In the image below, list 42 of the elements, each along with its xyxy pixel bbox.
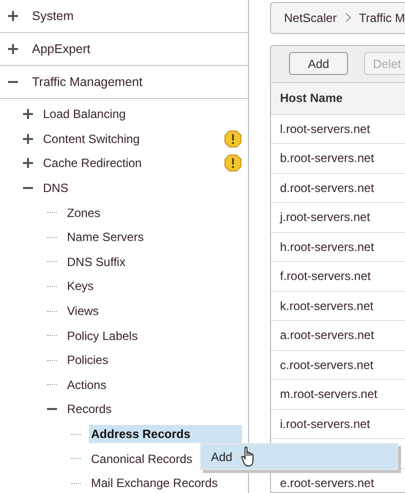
tree-item[interactable]: Records: [65, 400, 242, 418]
table-cell: m.root-servers.net: [271, 380, 405, 410]
warning-icon: [224, 154, 242, 172]
tree-item[interactable]: DNS: [41, 179, 242, 198]
tree-item[interactable]: Zones: [65, 204, 242, 222]
table-cell: i.root-servers.net: [271, 410, 405, 440]
tree-item[interactable]: Keys: [65, 277, 242, 296]
expand-icon[interactable]: [8, 11, 18, 21]
table-cell: l.root-servers.net: [271, 114, 405, 144]
section-header[interactable]: System: [32, 9, 74, 23]
table-cell: h.root-servers.net: [271, 232, 405, 262]
breadcrumb-link[interactable]: Traffic M: [358, 10, 405, 25]
tree-item[interactable]: Policy Labels: [65, 326, 242, 345]
tree-item[interactable]: DNS Suffix: [65, 252, 242, 271]
tree-item[interactable]: Address Records: [89, 425, 242, 444]
tree-item[interactable]: Load Balancing: [41, 105, 242, 124]
tree-item[interactable]: Cache Redirection: [41, 154, 224, 172]
menu-item[interactable]: Add: [211, 450, 232, 464]
section-header[interactable]: AppExpert: [32, 42, 90, 56]
table-cell: f.root-servers.net: [271, 262, 405, 292]
breadcrumb-link[interactable]: NetScaler: [284, 10, 337, 25]
toolbar-button[interactable]: Add: [289, 52, 348, 76]
section-header[interactable]: Traffic Management: [32, 75, 142, 89]
table-cell: d.root-servers.net: [271, 174, 405, 204]
tree-item[interactable]: Actions: [65, 376, 242, 394]
chevron-icon: [344, 12, 351, 24]
table-cell: c.root-servers.net: [271, 350, 405, 380]
table-cell: b.root-servers.net: [271, 144, 405, 174]
tree-item[interactable]: Policies: [65, 351, 242, 370]
tree-item[interactable]: Content Switching: [41, 130, 224, 148]
tree-item[interactable]: Mail Exchange Records: [89, 474, 242, 492]
expand-icon[interactable]: [23, 134, 33, 144]
column-header[interactable]: Host Name: [271, 82, 405, 115]
expand-icon[interactable]: [23, 109, 33, 120]
expand-icon[interactable]: [23, 158, 33, 168]
tree-item[interactable]: Name Servers: [65, 228, 242, 246]
table-cell: k.root-servers.net: [271, 292, 405, 322]
expand-icon[interactable]: [8, 44, 18, 54]
warning-icon: [224, 130, 242, 148]
tree-item[interactable]: Views: [65, 302, 242, 320]
table-cell: a.root-servers.net: [271, 321, 405, 351]
table-cell: j.root-servers.net: [271, 203, 405, 233]
